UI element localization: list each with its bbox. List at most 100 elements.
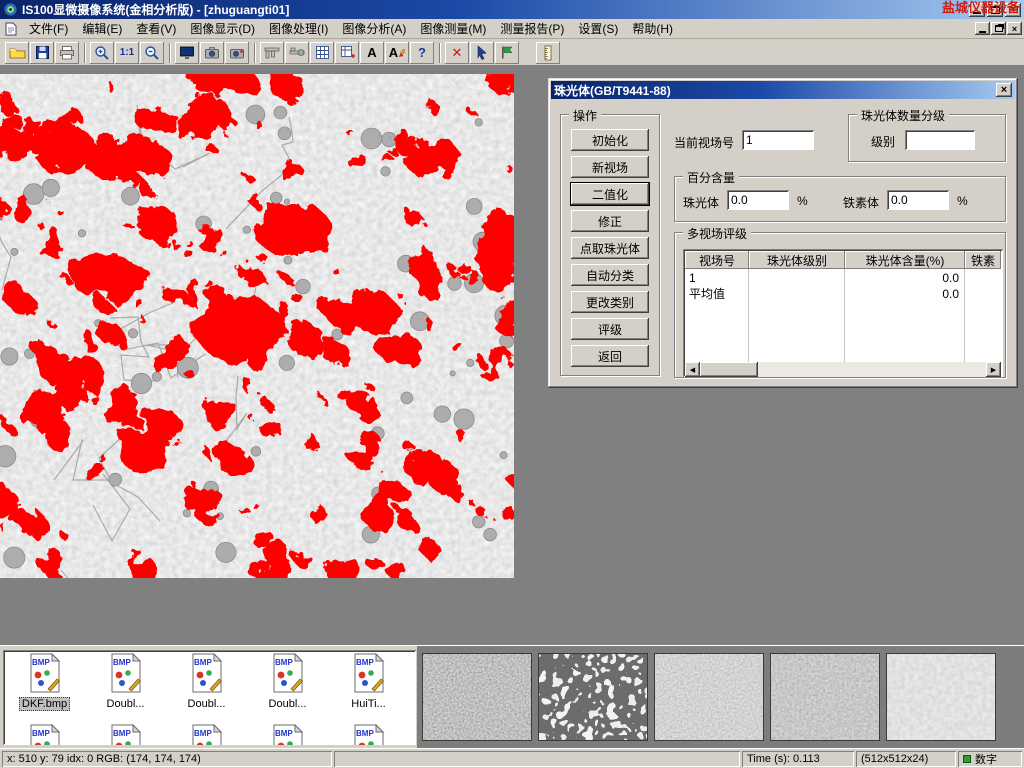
menu-measure-report[interactable]: 测量报告(P) [493,18,571,39]
menu-image-display[interactable]: 图像显示(D) [183,18,262,39]
grid-add-button[interactable] [335,42,359,64]
file-item[interactable]: HuiTi... [329,653,408,710]
col-pearlite-grade[interactable]: 珠光体级别 [749,251,845,269]
percent-group-label: 百分含量 [683,169,739,186]
zoom-in-button[interactable] [90,42,114,64]
workspace: 珠光体(GB/T9441-88) × 操作 初始化 新视场 二值化 修正 点取珠… [0,66,1024,645]
cell-pearlite: 0.0 [847,286,959,302]
display-button[interactable] [175,42,199,64]
menu-edit[interactable]: 编辑(E) [75,18,129,39]
scrollbar-thumb[interactable] [700,362,758,377]
caliper-button[interactable] [260,42,284,64]
menu-settings[interactable]: 设置(S) [571,18,625,39]
zoom-in-icon [94,45,110,61]
status-filler [334,751,740,767]
file-item-partial[interactable] [248,724,327,745]
menu-view[interactable]: 查看(V) [129,18,183,39]
zoom-out-button[interactable] [140,42,164,64]
text-label-button[interactable]: A [360,42,384,64]
cell-grade [751,270,841,286]
level-input[interactable] [905,130,975,150]
scrollbar-track[interactable] [758,362,986,377]
file-item-partial[interactable] [167,724,246,745]
binarize-button[interactable]: 二值化 [571,183,649,205]
menu-help[interactable]: 帮助(H) [625,18,680,39]
ferrite-percent-sign: % [957,194,968,208]
file-item-partial[interactable] [86,724,165,745]
actual-size-button[interactable]: 1:1 [115,42,139,64]
capture-button[interactable] [225,42,249,64]
current-field-input[interactable] [742,130,814,150]
initialize-button[interactable]: 初始化 [571,129,649,151]
minimize-button[interactable] [969,3,985,17]
scroll-right-icon: ▶ [991,366,996,374]
pick-pearlite-button[interactable]: 点取珠光体 [571,237,649,259]
col-ferrite-cut[interactable]: 铁素 [965,251,1001,269]
ruler-icon [540,45,556,61]
auto-classify-button[interactable]: 自动分类 [571,264,649,286]
child-window-icon[interactable] [4,22,18,36]
menu-file[interactable]: 文件(F) [22,18,75,39]
status-bar: x: 510 y: 79 idx: 0 RGB: (174, 174, 174)… [0,748,1024,768]
zoom-out-icon [144,45,160,61]
file-item-partial[interactable] [5,724,84,745]
dialog-close-button[interactable]: × [996,83,1012,97]
menu-image-analysis[interactable]: 图像分析(A) [335,18,413,39]
file-item[interactable]: DKF.bmp [5,653,84,711]
multi-field-group-label: 多视场评级 [683,225,751,242]
help-button[interactable]: ? [410,42,434,64]
print-button[interactable] [55,42,79,64]
mdi-restore-button[interactable] [991,22,1006,35]
file-item[interactable]: Doubl... [248,653,327,710]
file-item[interactable]: Doubl... [86,653,165,710]
thumbnail-5[interactable] [886,653,996,741]
pointer-button[interactable] [470,42,494,64]
ferrite-percent-input[interactable] [887,190,949,210]
pearlite-percent-input[interactable] [727,190,789,210]
save-button[interactable] [30,42,54,64]
close-button[interactable]: × [1005,3,1021,17]
camera-icon [204,45,220,60]
image-size-status: (512x512x24) [856,751,956,767]
mdi-close-icon: × [1012,24,1017,34]
return-button[interactable]: 返回 [571,345,649,367]
measure-grid-button[interactable] [310,42,334,64]
mdi-close-button[interactable]: × [1007,22,1022,35]
camera-button[interactable] [200,42,224,64]
thumbnail-2[interactable] [538,653,648,741]
horizontal-scrollbar: ◀ ▶ [685,362,1001,377]
correct-button[interactable]: 修正 [571,210,649,232]
new-field-button[interactable]: 新视场 [571,156,649,178]
scroll-left-button[interactable]: ◀ [685,362,700,377]
change-class-button[interactable]: 更改类别 [571,291,649,313]
scroll-right-button[interactable]: ▶ [986,362,1001,377]
mdi-window-controls: × [974,22,1022,35]
col-field-number[interactable]: 视场号 [685,251,749,269]
table-row[interactable]: 1 0.0 [685,270,1001,286]
thumbnail-4[interactable] [770,653,880,741]
menu-image-processing[interactable]: 图像处理(I) [262,18,335,39]
delete-button[interactable]: ✕ [445,42,469,64]
col-pearlite-content[interactable]: 珠光体含量(%) [845,251,965,269]
thumbnail-3[interactable] [654,653,764,741]
text-edit-button[interactable]: A [385,42,409,64]
pointer-arrow-icon [475,45,489,60]
ruler-button[interactable] [536,42,560,64]
grading-group-label: 珠光体数量分级 [857,107,949,124]
file-item[interactable]: Doubl... [167,653,246,710]
file-name: Doubl... [105,698,147,710]
marker-button[interactable] [495,42,519,64]
mdi-minimize-button[interactable] [975,22,990,35]
micrometer-button[interactable] [285,42,309,64]
metallographic-image[interactable] [0,74,514,578]
restore-button[interactable] [987,3,1003,17]
file-name: HuiTi... [349,698,387,710]
thumbnail-1[interactable] [422,653,532,741]
save-icon [35,45,50,60]
grade-button[interactable]: 评级 [571,318,649,340]
toolbar: 1:1 A A ? ✕ [0,40,1024,66]
menu-image-measure[interactable]: 图像测量(M) [413,18,493,39]
open-file-button[interactable] [5,42,29,64]
file-item-partial[interactable] [329,724,408,745]
table-row[interactable]: 平均值 0.0 [685,286,1001,302]
